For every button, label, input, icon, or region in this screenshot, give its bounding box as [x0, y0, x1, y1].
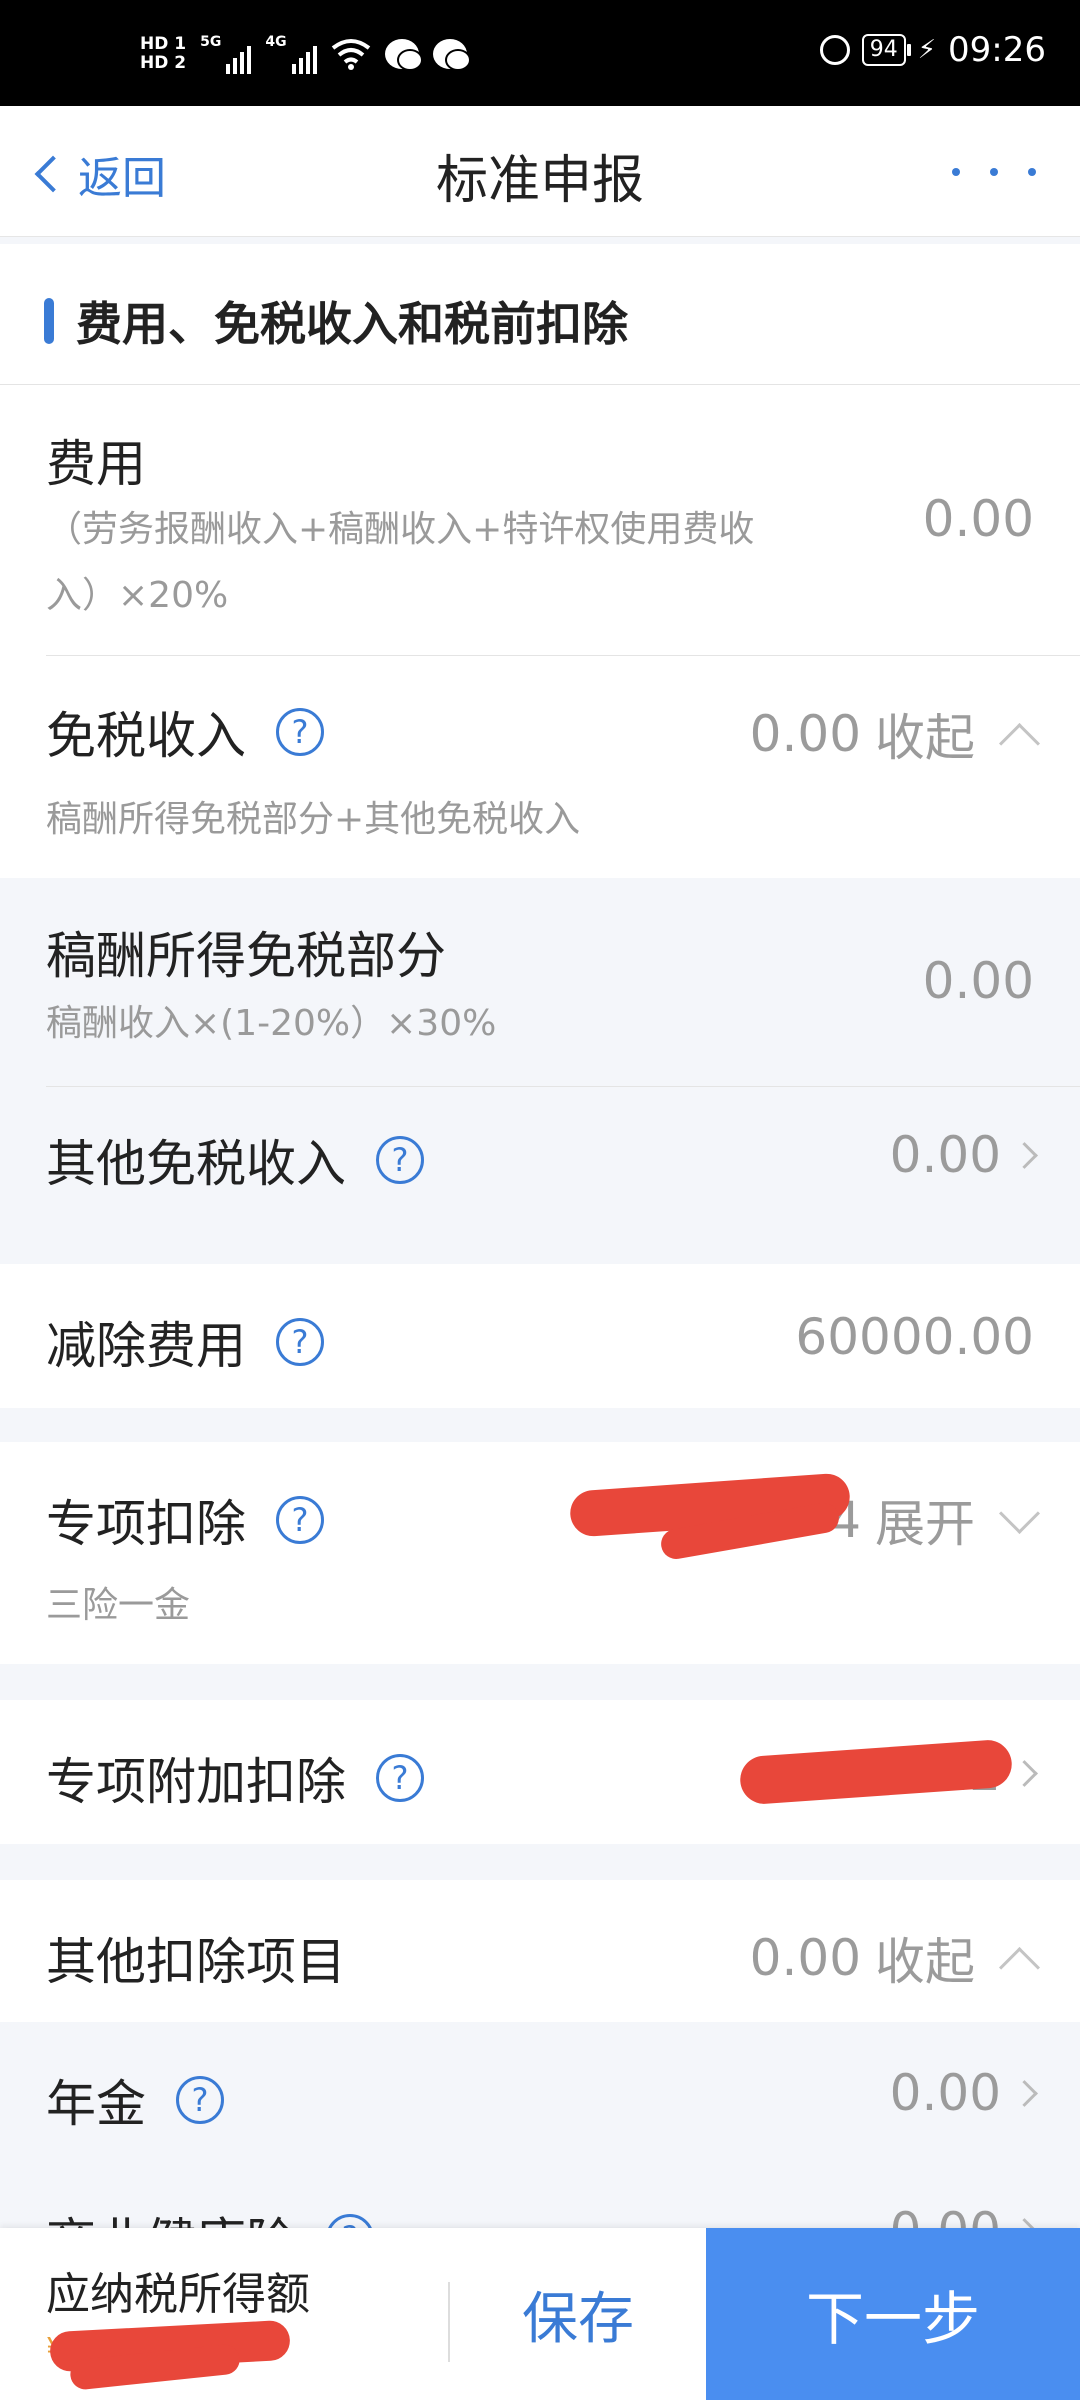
wechat-icon-2	[432, 39, 471, 71]
network-1-label: 5G	[200, 34, 222, 50]
collapse-label: 收起	[875, 709, 975, 767]
more-dots-icon[interactable]	[952, 168, 1036, 176]
annuity-label-group[interactable]: 年金 ?	[46, 2064, 224, 2136]
deduction-expense-row: 减除费用 ? 60000.00	[0, 1264, 1080, 1408]
royalty-free-hint: 稿酬收入×(1-20%）×30%	[46, 1003, 497, 1044]
wifi-icon	[331, 39, 370, 70]
page-title: 标准申报	[435, 151, 644, 211]
status-right: 94 ⚡ 09:26	[819, 30, 1046, 70]
hd-indicator: HD 1 HD 2	[140, 35, 186, 73]
taxable-income-label: 应纳税所得额	[46, 2269, 310, 2320]
section-accent-bar	[44, 298, 54, 344]
expense-section: 费用、免税收入和税前扣除 费用 （劳务报酬收入+稿酬收入+特许权使用费收 入）×…	[0, 244, 1080, 656]
other-deduction-row[interactable]: 其他扣除项目 0.00 收起	[0, 1880, 1080, 2022]
tax-free-income-value[interactable]: 0.00 收起	[749, 698, 1041, 770]
clock: 09:26	[948, 30, 1046, 70]
other-deduction-details: 年金 ? 0.00 商业健康险 ? 0.00	[0, 2022, 1080, 2271]
help-icon[interactable]: ?	[276, 1496, 324, 1544]
section-title: 费用、免税收入和税前扣除	[76, 297, 628, 351]
section-header: 费用、免税收入和税前扣除	[44, 288, 628, 354]
special-additional-label-group: 专项附加扣除 ?	[46, 1742, 424, 1814]
expense-label: 费用	[46, 435, 146, 493]
next-step-button[interactable]: 下一步	[706, 2228, 1080, 2400]
help-icon[interactable]: ?	[376, 1136, 424, 1184]
special-additional-label: 专项附加扣除	[46, 1753, 346, 1811]
hd1-label: HD 1	[140, 34, 187, 54]
wechat-icon	[384, 39, 423, 71]
other-deduction-value[interactable]: 0.00 收起	[749, 1922, 1041, 1994]
royalty-free-value: 0.00	[923, 952, 1034, 1010]
battery-level: 94	[869, 37, 898, 62]
expand-label: 展开	[875, 1495, 975, 1553]
divider	[0, 384, 1080, 385]
deduction-expense-value: 60000.00	[795, 1308, 1034, 1366]
royalty-free-amount: 0.00	[922, 952, 1034, 1010]
tax-free-income-label: 免税收入	[46, 707, 246, 765]
help-icon[interactable]: ?	[376, 1754, 424, 1802]
hd2-label: HD 2	[140, 53, 187, 73]
status-bar: HD 1 HD 2 5G 4G 94 ⚡ 09:26	[0, 0, 1080, 106]
special-deduction-label: 专项扣除	[46, 1495, 246, 1553]
special-deduction-value[interactable]: 4 展开	[829, 1484, 1041, 1556]
other-free-income-label-group[interactable]: 其他免税收入 ?	[46, 1124, 424, 1196]
deduction-expense-label-group: 减除费用 ?	[46, 1306, 324, 1378]
tax-free-income-row[interactable]: 免税收入 ? 0.00 收起 稿酬所得免税部分+其他免税收入	[0, 656, 1080, 878]
other-free-income-value[interactable]: 0.00	[889, 1126, 1038, 1184]
signal-1-icon: 5G	[200, 34, 252, 74]
expense-hint-2: 入）×20%	[46, 575, 229, 616]
chevron-down-icon	[998, 1492, 1041, 1534]
chevron-right-icon	[1011, 1759, 1038, 1787]
signal-2-icon: 4G	[265, 34, 317, 74]
special-deduction-label-group: 专项扣除 ?	[46, 1484, 324, 1556]
status-left: HD 1 HD 2 5G 4G	[140, 34, 471, 74]
tax-free-income-amount: 0.00	[749, 705, 861, 763]
help-icon[interactable]: ?	[176, 2076, 224, 2124]
help-icon[interactable]: ?	[276, 1318, 324, 1366]
other-free-income-amount: 0.00	[889, 1126, 1001, 1184]
collapse-label: 收起	[875, 1933, 975, 1991]
chevron-up-icon	[998, 1946, 1041, 1988]
network-2-label: 4G	[265, 34, 287, 50]
alarm-icon	[819, 35, 850, 65]
other-deduction-label: 其他扣除项目	[46, 1933, 346, 1991]
tax-free-income-label-group: 免税收入 ?	[46, 696, 324, 768]
charging-icon: ⚡	[917, 35, 937, 65]
help-icon[interactable]: ?	[276, 708, 324, 756]
nav-bar: 返回 标准申报	[0, 106, 1080, 237]
special-deduction-row[interactable]: 专项扣除 ? 4 展开 三险一金	[0, 1442, 1080, 1664]
save-button[interactable]: 保存	[450, 2228, 706, 2400]
divider	[46, 1086, 1080, 1087]
tax-free-income-hint: 稿酬所得免税部分+其他免税收入	[46, 799, 581, 840]
deduction-expense-amount: 60000.00	[795, 1308, 1034, 1366]
chevron-right-icon	[1011, 1141, 1038, 1169]
expense-value: 0.00	[923, 490, 1034, 548]
expense-amount: 0.00	[922, 490, 1034, 548]
tax-free-income-details: 稿酬所得免税部分 稿酬收入×(1-20%）×30% 0.00 其他免税收入 ? …	[0, 878, 1080, 1232]
chevron-right-icon	[1011, 2079, 1038, 2107]
royalty-free-label: 稿酬所得免税部分	[46, 927, 446, 985]
annuity-value[interactable]: 0.00	[889, 2064, 1038, 2122]
special-deduction-hint: 三险一金	[46, 1585, 191, 1626]
special-additional-row[interactable]: 专项附加扣除 ? 22	[0, 1700, 1080, 1844]
other-deduction-amount: 0.00	[749, 1929, 861, 1987]
bottom-action-bar: 应纳税所得额 ¥ 保存 下一步	[0, 2228, 1080, 2400]
other-free-income-label: 其他免税收入	[46, 1135, 346, 1193]
deduction-expense-label: 减除费用	[46, 1317, 246, 1375]
chevron-up-icon	[998, 722, 1041, 764]
battery-icon: 94	[861, 34, 911, 66]
expense-hint-1: （劳务报酬收入+稿酬收入+特许权使用费收	[46, 509, 755, 550]
annuity-amount: 0.00	[889, 2064, 1001, 2122]
annuity-label: 年金	[46, 2075, 146, 2133]
